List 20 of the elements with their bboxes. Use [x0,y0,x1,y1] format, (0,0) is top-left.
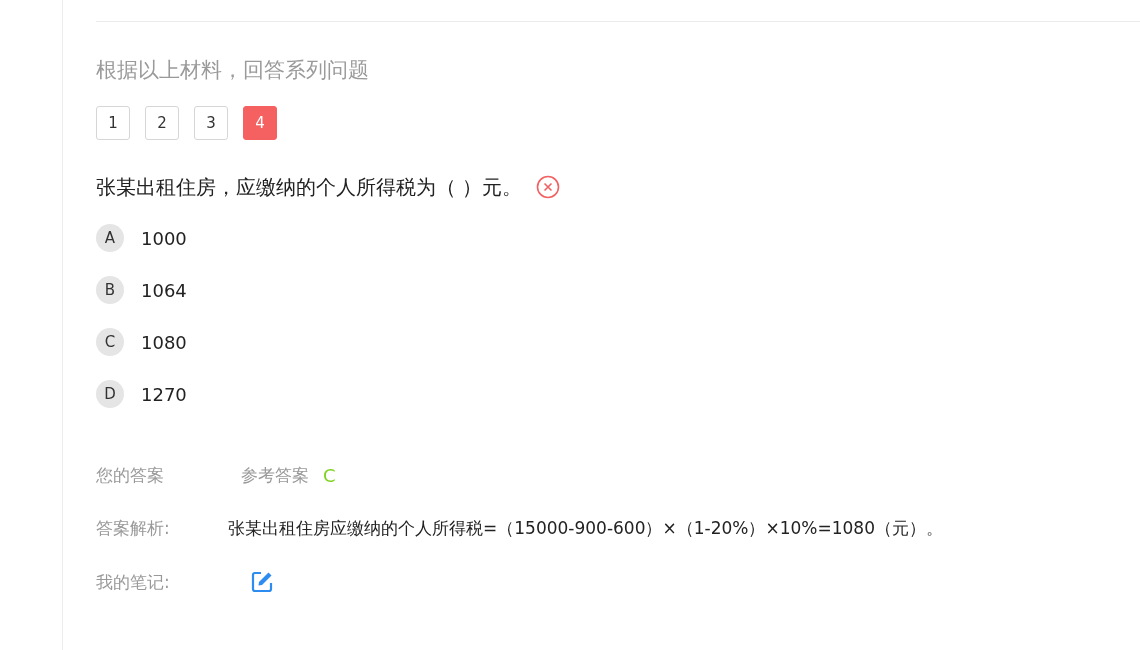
question-number-tab[interactable]: 3 [194,106,228,140]
question-number-tab[interactable]: 1 [96,106,130,140]
option-letter[interactable]: A [96,224,124,252]
question-number-tab[interactable]: 2 [145,106,179,140]
question-text: 张某出租住房，应缴纳的个人所得税为（ ）元。 [96,174,523,201]
option-letter[interactable]: C [96,328,124,356]
section-prompt: 根据以上材料，回答系列问题 [96,57,370,84]
option-text[interactable]: 1080 [141,331,187,353]
analysis-label: 答案解析: [96,517,171,540]
analysis-text: 张某出租住房应缴纳的个人所得税=（15000-900-600）×（1-20%）×10%=1080（元）。 [228,517,943,540]
option-text[interactable]: 1270 [141,383,187,405]
edit-icon[interactable] [250,570,274,594]
option-letter[interactable]: B [96,276,124,304]
reference-answer-label: 参考答案 [241,464,309,487]
option-text[interactable]: 1064 [141,279,187,301]
option-letter[interactable]: D [96,380,124,408]
reference-answer-value: C [323,465,336,486]
notes-label: 我的笔记: [96,570,171,594]
option-text[interactable]: 1000 [141,227,187,249]
your-answer-label: 您的答案 [96,464,165,487]
